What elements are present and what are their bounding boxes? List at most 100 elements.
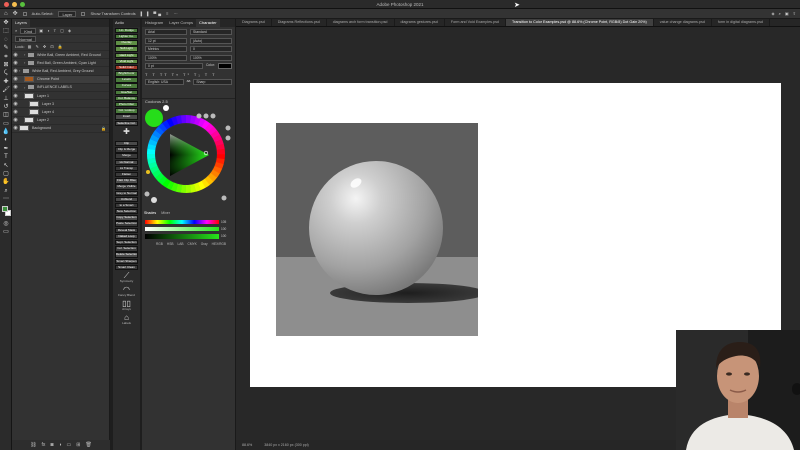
visibility-eye-icon[interactable]: ◉ [12, 76, 19, 82]
action-button[interactable]: Smart Sharpen [115, 258, 138, 264]
current-color-swatch[interactable] [145, 109, 163, 127]
symmetry-icon[interactable]: ⟋ Symmetry [115, 271, 138, 284]
action-button[interactable]: Hard Light [115, 52, 138, 58]
labels-icon[interactable]: ⌂ Labels [115, 313, 138, 326]
action-button[interactable]: Col. Lookup [115, 108, 138, 114]
action-button[interactable]: Sept. Selection [115, 240, 138, 246]
lock-icons[interactable]: ▦ ✎ ✥ ⊡ 🔒 [28, 44, 65, 49]
layer-thumbnail[interactable] [19, 125, 29, 132]
type-tool-icon[interactable]: T [0, 153, 12, 161]
layer-name[interactable]: Background [32, 126, 51, 130]
tab-shades[interactable]: Shades [144, 211, 156, 215]
healing-tool-icon[interactable]: ✚ [0, 78, 12, 86]
tab-mixer[interactable]: Mixer [161, 211, 170, 215]
layer-name[interactable]: White Ball, Red Ambient, Grey Ground [32, 69, 94, 73]
layer-row[interactable]: ◉ Chrome Point [12, 75, 109, 84]
layer-name[interactable]: White Ball, Green Ambient, Red Ground [37, 53, 101, 57]
action-button[interactable]: Soft Light [115, 46, 138, 52]
slider-value[interactable]: 100 [221, 227, 229, 231]
visibility-eye-icon[interactable]: ◉ [12, 101, 19, 107]
visibility-eye-icon[interactable]: ◉ [12, 125, 19, 131]
action-button[interactable]: Clip [115, 141, 138, 147]
action-button[interactable]: Flatt Clip Rlse [115, 178, 138, 184]
action-button[interactable]: Paste Selection [115, 221, 138, 227]
adjustment-icon[interactable]: ◑ [58, 442, 61, 448]
lasso-tool-icon[interactable]: ◌ [0, 36, 12, 44]
marquee-tool-icon[interactable]: ⬚ [0, 27, 12, 35]
document-tab[interactable]: Form and Void Examples.psd [445, 19, 506, 26]
layer-kind-dropdown[interactable]: Kind [20, 27, 37, 34]
document-tab[interactable]: form in digital diagrams.psd [712, 19, 770, 26]
crop-tool-icon[interactable]: ⌗ [0, 53, 12, 61]
wheel-option-icon[interactable] [221, 195, 227, 201]
move-tool-icon[interactable]: ✥ [13, 10, 18, 17]
layer-row[interactable]: ◉ Layer 2 [12, 117, 109, 125]
add-icon[interactable]: ✚ [115, 127, 138, 140]
auto-select-dropdown[interactable]: Layer [58, 10, 77, 17]
workspace-icon[interactable]: ▣ [785, 11, 789, 16]
slider-value[interactable]: 100 [221, 234, 229, 238]
action-button[interactable]: Flatten [115, 171, 138, 178]
document-tab[interactable]: Diagrams.psd [236, 19, 272, 26]
action-button[interactable]: Smart Clean [115, 264, 138, 271]
mode-gray[interactable]: Gray [201, 242, 208, 246]
tab-character[interactable]: Character [196, 19, 220, 27]
layer-row[interactable]: ◉ Background 🔒 [12, 125, 109, 133]
action-button[interactable]: Copy Selection [115, 215, 138, 221]
layer-thumbnail[interactable] [24, 92, 34, 99]
document-tab[interactable]: Transition to Color Examples.psd @ 88.6%… [505, 19, 654, 26]
brightness-slider[interactable] [145, 234, 219, 239]
layer-row[interactable]: ◉ › Red Ball, Green Ambient, Cyan Light [12, 59, 109, 68]
mode-cmyk[interactable]: CMYK [188, 242, 197, 246]
layer-thumbnail[interactable] [29, 100, 39, 107]
gradient-tool-icon[interactable]: ▭ [0, 120, 12, 128]
layer-row[interactable]: ◉ › White Ball, Red Ambient, Grey Ground [12, 67, 109, 76]
eyedropper-tool-icon[interactable]: ⤹ [0, 69, 12, 77]
more-tools-icon[interactable]: ⋯ [0, 195, 12, 203]
layer-row[interactable]: ◉ Layer 4 [12, 108, 109, 117]
action-button[interactable]: Levels [115, 77, 138, 83]
action-button[interactable]: Col. Selection [115, 246, 138, 252]
action-button[interactable]: Lk Transp [115, 165, 138, 172]
leading-field[interactable]: (Auto) [190, 37, 232, 44]
path-select-tool-icon[interactable]: ↖ [0, 162, 12, 170]
blur-tool-icon[interactable]: 💧 [0, 128, 12, 136]
layer-name[interactable]: INFLUENCE LABELS [37, 85, 72, 89]
visibility-eye-icon[interactable]: ◉ [12, 93, 19, 99]
quick-mask-icon[interactable]: ◎ [0, 220, 12, 228]
screen-mode-icon[interactable]: ▭ [0, 228, 12, 236]
action-button[interactable]: Grey to Normal [115, 190, 138, 196]
wheel-option-icon[interactable] [203, 113, 209, 119]
action-button[interactable]: to a Smart [115, 202, 138, 209]
document-size[interactable]: 3840 px x 2160 px (300 ppi) [264, 443, 309, 447]
tab-layer-comps[interactable]: Layer Comps [166, 19, 196, 27]
visibility-eye-icon[interactable]: ◉ [12, 60, 19, 66]
shape-tool-icon[interactable]: ▢ [0, 170, 12, 178]
share-icon[interactable]: ⇪ [793, 11, 796, 16]
visibility-eye-icon[interactable]: ◉ [12, 117, 19, 123]
move-tool-icon[interactable]: ✥ [0, 19, 12, 27]
home-icon[interactable]: ⌂ [4, 11, 8, 17]
wheel-option-icon[interactable] [225, 125, 231, 131]
tab-histogram[interactable]: Histogram [142, 19, 166, 27]
layer-row[interactable]: ◉ Layer 3 [12, 100, 109, 109]
horizontal-scale-field[interactable]: 100% [190, 54, 232, 61]
arrays-icon[interactable]: ▯▯ Arrays [115, 299, 138, 312]
action-button[interactable]: Merge Visible [115, 184, 138, 190]
action-button[interactable]: Lin. Dodge [115, 27, 138, 34]
document-tab[interactable]: diagrams gestures.psd [395, 19, 445, 26]
document-tab[interactable]: Diagrams Reflections.psd [272, 19, 327, 26]
quick-select-tool-icon[interactable]: ✎ [0, 44, 12, 52]
text-color-swatch[interactable] [218, 63, 232, 69]
language-field[interactable]: English: USA [145, 79, 184, 85]
layer-row[interactable]: ◉ › White Ball, Green Ambient, Red Ground [12, 51, 109, 60]
zoom-level[interactable]: 88.6% [242, 443, 252, 447]
kerning-field[interactable]: Metrics [145, 46, 187, 52]
mask-icon[interactable]: ◙ [50, 442, 53, 448]
mode-hsb[interactable]: HSB [167, 242, 174, 246]
font-family-field[interactable]: Arial [145, 29, 187, 35]
stamp-tool-icon[interactable]: ⊥ [0, 95, 12, 103]
wheel-option-icon[interactable] [210, 113, 216, 119]
action-button[interactable]: Col. Balance [115, 95, 138, 102]
action-button[interactable]: Hue/Sat [115, 89, 138, 96]
